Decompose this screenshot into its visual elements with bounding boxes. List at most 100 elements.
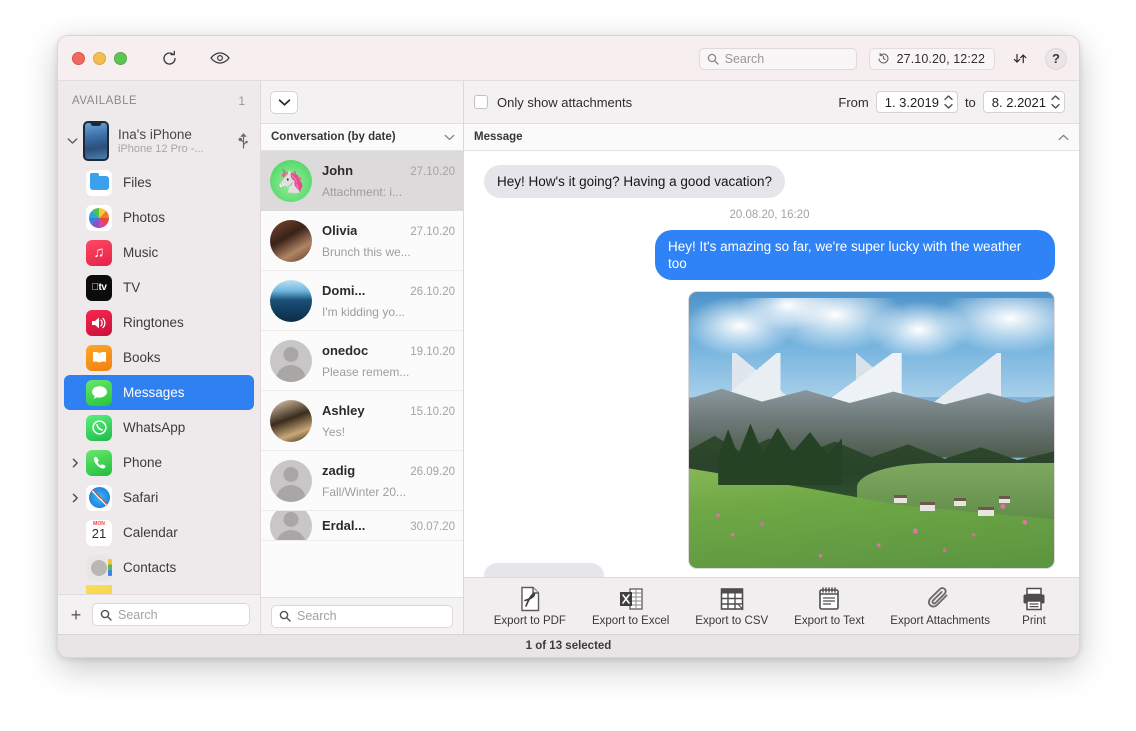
attachment-photo[interactable]	[688, 291, 1055, 569]
conversation-date: 30.07.20	[410, 521, 455, 533]
export-attachments-button[interactable]: Export Attachments	[877, 586, 1003, 627]
messages-icon	[86, 379, 112, 406]
sidebar-device-row[interactable]: Ina's iPhone iPhone 12 Pro -...	[58, 117, 260, 165]
sidebar-item-label: Calendar	[123, 525, 178, 540]
sidebar-item-label: TV	[123, 280, 141, 295]
files-icon	[86, 169, 112, 196]
screenshot-root: Search 27.10.20, 12:22 ? AVAILABLE 1 Ina…	[0, 0, 1136, 731]
chevron-right-icon[interactable]	[68, 493, 82, 503]
chevron-down-icon[interactable]	[64, 137, 80, 145]
eye-icon[interactable]	[207, 45, 233, 71]
chevron-down-icon[interactable]	[444, 128, 455, 146]
sidebar-item-messages[interactable]: Messages	[64, 375, 254, 410]
device-subtitle: iPhone 12 Pro -...	[118, 142, 204, 155]
chevron-up-icon[interactable]	[1058, 128, 1069, 146]
only-show-attachments-label: Only show attachments	[497, 94, 633, 110]
help-button[interactable]: ?	[1045, 47, 1067, 70]
calendar-day: 21	[91, 525, 107, 541]
conversation-name: John	[322, 162, 354, 178]
sidebar-item-ringtones[interactable]: Ringtones	[64, 305, 254, 340]
date-to-field[interactable]: 8. 2.2021	[982, 91, 1065, 113]
calendar-icon: MON 21	[86, 519, 112, 546]
sidebar-item-whatsapp[interactable]: WhatsApp	[64, 410, 254, 445]
conversation-date: 27.10.20	[410, 225, 455, 238]
table-row[interactable]: onedoc 19.10.20 Please remem...	[261, 331, 463, 391]
message-row-outgoing: Hey! It's amazing so far, we're super lu…	[484, 230, 1055, 280]
conversation-date: 27.10.20	[410, 165, 455, 178]
table-row[interactable]: Olivia 27.10.20 Brunch this we...	[261, 211, 463, 271]
table-row[interactable]: zadig 26.09.20 Fall/Winter 20...	[261, 451, 463, 511]
notes-icon	[86, 585, 112, 594]
date-from-value: 1. 3.2019	[884, 94, 939, 110]
sidebar-item-phone[interactable]: Phone	[64, 445, 254, 480]
export-to-excel-label: Export to Excel	[591, 614, 670, 627]
message-column-header[interactable]: Message	[464, 124, 1079, 151]
print-label: Print	[1022, 614, 1046, 627]
list-chevron-down-button[interactable]	[270, 90, 298, 114]
export-to-pdf-button[interactable]: Export to PDF	[481, 586, 579, 627]
avatar	[270, 279, 312, 322]
avatar	[270, 459, 312, 502]
message-thread[interactable]: Hey! How's it going? Having a good vacat…	[464, 151, 1079, 577]
backup-timestamp-button[interactable]: 27.10.20, 12:22	[868, 47, 995, 70]
sidebar-item-label: WhatsApp	[123, 420, 186, 435]
chevron-right-icon[interactable]	[68, 458, 82, 468]
conversation-rows[interactable]: 🦄 John 27.10.20 Attachment: i... Olivia	[261, 151, 463, 597]
close-button[interactable]	[72, 51, 85, 65]
sidebar-item-tv[interactable]: tv TV	[64, 270, 254, 305]
books-icon	[86, 344, 112, 371]
sidebar-item-photos[interactable]: Photos	[64, 200, 254, 235]
sidebar-item-partial[interactable]	[64, 585, 254, 594]
conversation-preview: Fall/Winter 20...	[322, 484, 407, 499]
clock-history-icon	[878, 52, 889, 64]
table-row[interactable]: Erdal... 30.07.20	[261, 511, 463, 541]
sidebar-item-label: Photos	[123, 210, 166, 225]
sidebar-item-files[interactable]: Files	[64, 165, 254, 200]
date-to-value: 8. 2.2021	[991, 94, 1046, 110]
table-row[interactable]: 🦄 John 27.10.20 Attachment: i...	[261, 151, 463, 211]
minimize-button[interactable]	[93, 51, 106, 65]
conversation-preview: I'm kidding yo...	[322, 304, 405, 319]
conversation-preview: Please remem...	[322, 364, 410, 379]
export-to-csv-button[interactable]: Export to CSV	[682, 586, 781, 627]
avatar: 🦄	[270, 159, 312, 202]
add-button[interactable]: +	[68, 606, 84, 624]
date-from-stepper[interactable]	[944, 95, 953, 109]
print-button[interactable]: Print	[1003, 586, 1065, 627]
export-to-excel-button[interactable]: Export to Excel	[579, 586, 682, 627]
conversation-column-header[interactable]: Conversation (by date)	[261, 124, 463, 151]
sort-arrows-icon[interactable]	[1009, 47, 1033, 71]
date-to-stepper[interactable]	[1051, 95, 1060, 109]
export-to-csv-label: Export to CSV	[695, 614, 769, 627]
sidebar-item-books[interactable]: Books	[64, 340, 254, 375]
backup-timestamp-value: 27.10.20, 12:22	[896, 51, 985, 66]
sidebar-item-safari[interactable]: Safari	[64, 480, 254, 515]
sidebar-scroll[interactable]: Ina's iPhone iPhone 12 Pro -... Files Ph…	[58, 115, 260, 594]
message-bubble-outgoing[interactable]: Hey! It's amazing so far, we're super lu…	[655, 230, 1055, 280]
message-filter-bar: Only show attachments From 1. 3.2019 to …	[464, 81, 1079, 124]
message-timestamp: 20.08.20, 16:20	[729, 209, 810, 221]
only-show-attachments-checkbox[interactable]	[474, 95, 488, 109]
sidebar-search-input[interactable]: Search	[92, 603, 250, 626]
sidebar: AVAILABLE 1 Ina's iPhone iPhone 12 Pro -…	[58, 81, 261, 634]
sidebar-item-label: Contacts	[123, 560, 177, 575]
sidebar-item-music[interactable]: ♫ Music	[64, 235, 254, 270]
table-row[interactable]: Ashley 15.10.20 Yes!	[261, 391, 463, 451]
sidebar-item-label: Ringtones	[123, 315, 184, 330]
conversation-preview: Brunch this we...	[322, 244, 411, 259]
sidebar-header: AVAILABLE 1	[58, 81, 260, 115]
export-to-text-button[interactable]: Export to Text	[781, 586, 877, 627]
date-from-field[interactable]: 1. 3.2019	[875, 91, 958, 113]
message-bubble-incoming[interactable]: Hey! How's it going? Having a good vacat…	[484, 165, 785, 198]
phone-icon	[86, 449, 112, 476]
conversation-search-input[interactable]: Search	[271, 604, 453, 628]
window-titlebar: Search 27.10.20, 12:22 ?	[58, 36, 1079, 81]
sidebar-item-contacts[interactable]: Contacts	[64, 550, 254, 585]
search-input[interactable]: Search	[698, 47, 857, 70]
conversation-name: Olivia	[322, 222, 358, 238]
zoom-button[interactable]	[114, 51, 127, 65]
sidebar-item-calendar[interactable]: MON 21 Calendar	[64, 515, 254, 550]
refresh-icon[interactable]	[156, 45, 182, 71]
table-row[interactable]: Domi... 26.10.20 I'm kidding yo...	[261, 271, 463, 331]
export-to-pdf-label: Export to PDF	[493, 614, 566, 627]
